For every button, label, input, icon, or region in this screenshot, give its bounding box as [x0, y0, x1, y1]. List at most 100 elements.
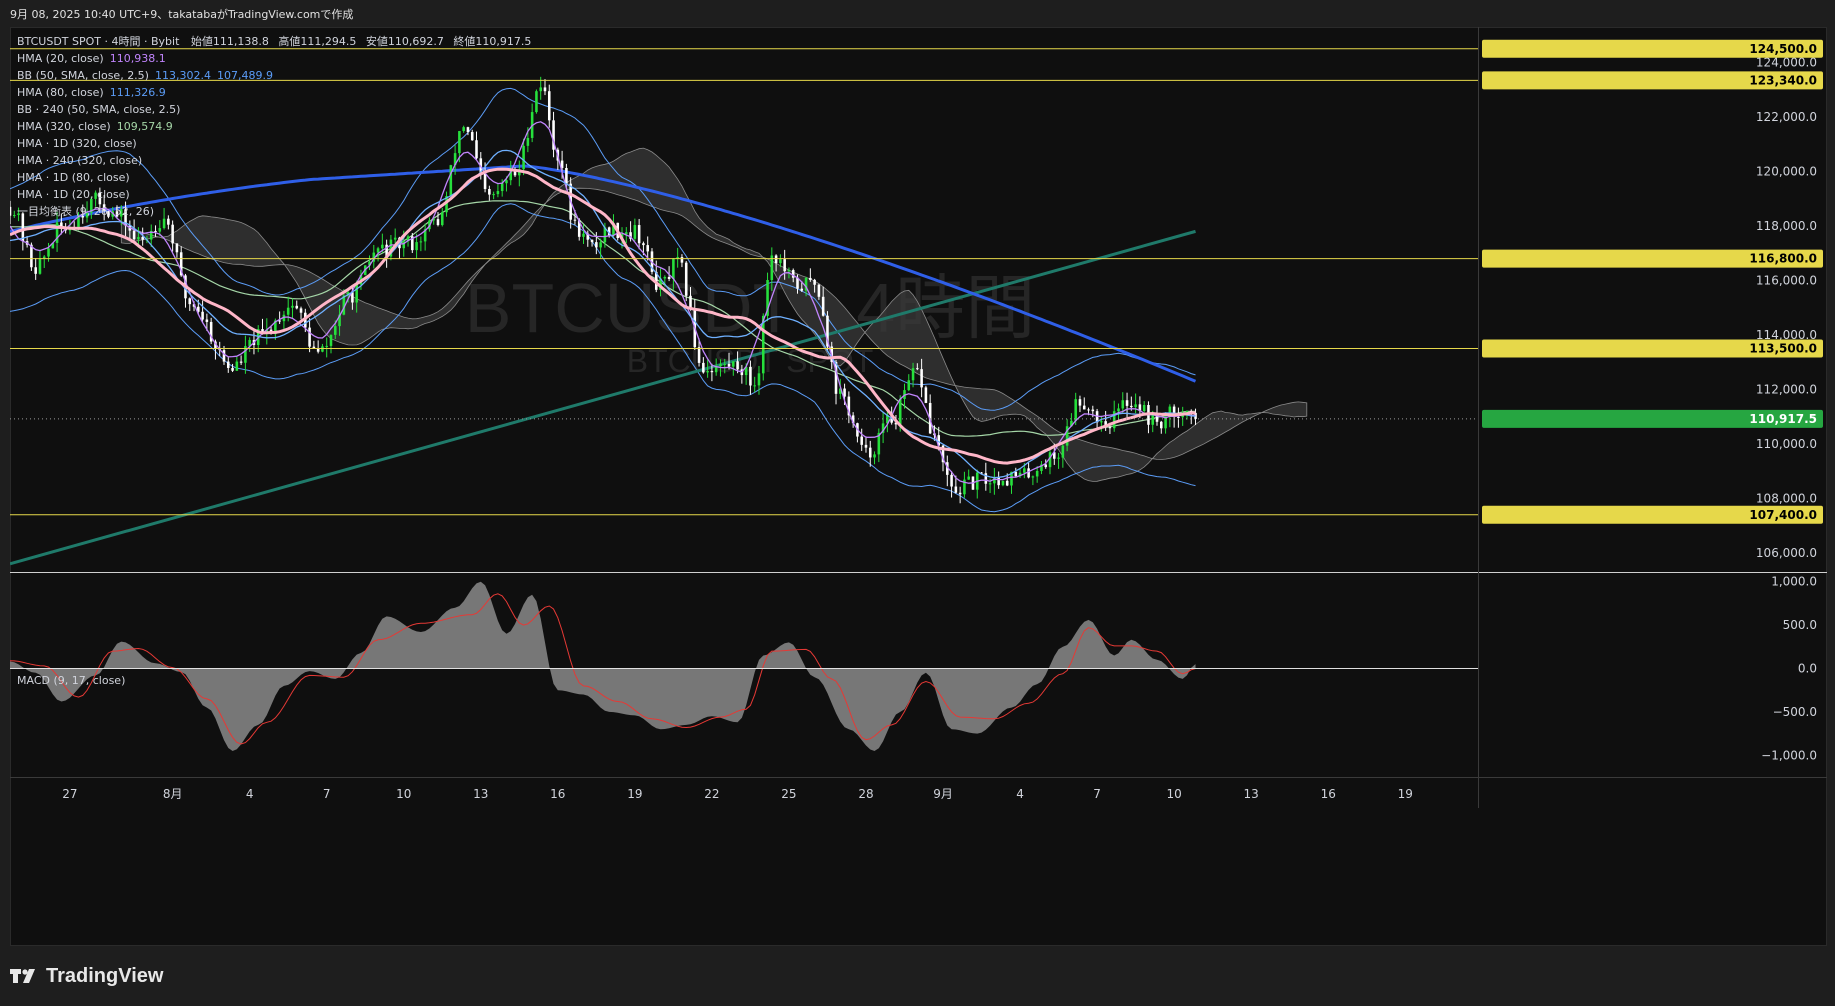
candle-body	[436, 219, 440, 226]
time-tick-label: 28	[858, 787, 873, 801]
price-tick-label: 108,000.0	[1756, 491, 1817, 505]
candle-body	[565, 167, 568, 184]
time-tick-label: 13	[473, 787, 488, 801]
last-price-text: 110,917.5	[1749, 412, 1817, 426]
indicator-name: BB (50, SMA, close, 2.5)	[17, 69, 149, 82]
indicator-row[interactable]: BB (50, SMA, close, 2.5) 113,302.4 107,489…	[17, 67, 531, 84]
candle-body	[1130, 405, 1133, 408]
tradingview-brand: TradingView	[46, 964, 164, 987]
indicator-row[interactable]: HMA · 1D (80, close)	[17, 169, 531, 186]
indicator-name: HMA · 1D (20, close)	[17, 188, 130, 201]
indicator-row[interactable]: HMA (20, close) 110,938.1	[17, 50, 531, 67]
macd-histogram	[10, 581, 1196, 751]
indicator-name: HMA · 240 (320, close)	[17, 154, 143, 167]
close-value: 110,917.5	[475, 35, 532, 48]
time-tick-label: 7	[323, 787, 331, 801]
candle-body	[419, 241, 423, 243]
candle-body	[843, 388, 846, 397]
indicator-row[interactable]: HMA · 1D (20, close)	[17, 186, 531, 203]
price-tick-label: 116,000.0	[1756, 273, 1817, 287]
candle-body	[817, 284, 821, 297]
indicator-name: 一目均衡表 (9, 26, 52, 26)	[17, 205, 155, 218]
candle-body	[770, 255, 774, 281]
indicator-row[interactable]: 一目均衡表 (9, 26, 52, 26)	[17, 203, 531, 220]
time-tick-label: 8月	[163, 787, 183, 801]
candle-body	[1078, 399, 1082, 406]
time-tick-label: 10	[396, 787, 411, 801]
candle-body	[672, 258, 675, 280]
candle-body	[950, 474, 953, 487]
time-tick-label: 16	[550, 787, 565, 801]
indicator-row[interactable]: HMA (80, close) 111,326.9	[17, 84, 531, 101]
candle-body	[684, 262, 688, 296]
indicator-row[interactable]: BB · 240 (50, SMA, close, 2.5)	[17, 101, 531, 118]
macd-pane	[10, 581, 1478, 751]
candle-body	[958, 492, 962, 495]
time-axis[interactable]: 27 8月 4 7 10 13 16 19 22 25 28 9月 4 7 10 13 16 19	[62, 787, 1413, 801]
indicator-name: HMA · 1D (320, close)	[17, 137, 137, 150]
macd-legend[interactable]: MACD (9, 17, close)	[17, 674, 125, 687]
candle-body	[907, 380, 911, 391]
candle-body	[1035, 470, 1039, 477]
macd-tick-label: −500.0	[1773, 705, 1817, 719]
candle-body	[920, 369, 923, 388]
candle-body	[38, 258, 42, 274]
candle-body	[706, 371, 709, 373]
candle-body	[205, 319, 209, 322]
indicator-row[interactable]: HMA · 1D (320, close)	[17, 135, 531, 152]
candle-body	[1091, 409, 1095, 412]
candle-body	[333, 326, 337, 335]
candle-body	[175, 243, 179, 253]
candle-body	[868, 447, 872, 458]
price-tick-label: 120,000.0	[1756, 164, 1817, 178]
symbol-name[interactable]: BTCUSDT SPOT · 4時間 · Bybit	[17, 35, 179, 48]
price-tick-label: 112,000.0	[1756, 382, 1817, 396]
candle-body	[543, 87, 547, 92]
candle-body	[42, 256, 46, 259]
level-label-text: 124,500.0	[1749, 42, 1817, 56]
candle-body	[864, 444, 868, 448]
watermark-title: BTCUSDT · 4時間	[465, 269, 1035, 347]
candle-body	[235, 361, 239, 371]
candle-body	[757, 373, 761, 386]
candle-body	[1134, 404, 1137, 408]
candle-body	[415, 242, 418, 251]
candle-body	[663, 276, 667, 279]
tradingview-logo-icon	[10, 969, 35, 983]
candle-body	[222, 350, 226, 362]
candle-body	[1108, 427, 1112, 429]
candle-body	[1074, 399, 1077, 421]
candle-body	[226, 361, 230, 368]
candle-body	[12, 215, 16, 217]
candle-body	[201, 311, 204, 320]
candle-body	[286, 307, 290, 315]
candle-body	[535, 91, 538, 113]
candle-body	[1160, 421, 1163, 429]
candle-body	[997, 476, 1000, 486]
last-price-label: 110,917.5	[1482, 409, 1823, 428]
candle-body	[860, 436, 863, 445]
indicator-name: HMA · 1D (80, close)	[17, 171, 130, 184]
candle-body	[231, 367, 234, 371]
candle-body	[162, 218, 166, 229]
candle-body	[697, 347, 701, 363]
symbol-ohlc-line[interactable]: BTCUSDT SPOT · 4時間 · Bybit 始値111,138.8 高…	[17, 33, 531, 50]
candle-body	[637, 225, 641, 244]
indicator-value: 113,302.4	[154, 69, 211, 82]
candle-body	[1100, 421, 1103, 423]
candle-body	[813, 279, 816, 285]
candle-body	[753, 385, 756, 387]
time-tick-label: 7	[1093, 787, 1101, 801]
macd-tick-label: −1,000.0	[1761, 748, 1817, 762]
macd-axis[interactable]: 1,000.0 500.0 0.0 −500.0 −1,000.0	[1761, 575, 1817, 763]
macd-tick-label: 1,000.0	[1771, 575, 1817, 589]
price-axis[interactable]: 106,000.0108,000.0110,000.0112,000.0114,…	[1482, 39, 1823, 560]
candle-body	[582, 233, 585, 237]
candle-body	[723, 363, 727, 365]
time-tick-label: 22	[704, 787, 719, 801]
candle-body	[988, 483, 992, 485]
indicator-row[interactable]: HMA · 240 (320, close)	[17, 152, 531, 169]
candle-body	[141, 237, 144, 240]
indicator-row[interactable]: HMA (320, close) 109,574.9	[17, 118, 531, 135]
candle-body	[702, 362, 705, 373]
